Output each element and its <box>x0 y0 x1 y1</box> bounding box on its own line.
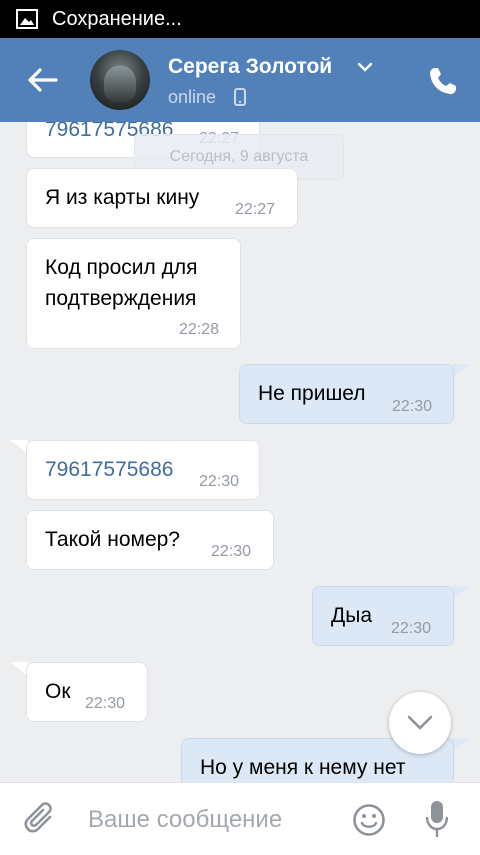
message-incoming[interactable]: Код просил для подтверждения 22:28 <box>26 238 241 349</box>
contact-status: online <box>168 87 217 107</box>
message-incoming[interactable]: Я из карты кину 22:27 <box>26 168 298 228</box>
chevron-down-icon[interactable] <box>356 60 374 74</box>
bubble-tail <box>452 738 470 752</box>
message-time: 22:30 <box>85 695 126 712</box>
chat-header: Серега Золотой online <box>0 38 480 122</box>
avatar[interactable] <box>90 50 150 110</box>
message-link[interactable]: 79617575686 <box>45 455 173 485</box>
message-text: Ок <box>45 680 71 703</box>
message-input-bar <box>0 782 480 855</box>
message-time: 22:30 <box>392 398 433 415</box>
emoji-icon[interactable] <box>352 803 386 837</box>
message-list[interactable]: 79617575686 22:27 Сегодня, 9 августа Я и… <box>0 122 480 782</box>
message-text-line: подтверждения <box>45 287 197 310</box>
scroll-to-bottom-button[interactable] <box>389 692 451 754</box>
message-text: Дыа <box>331 604 372 627</box>
microphone-icon[interactable] <box>424 799 450 839</box>
phone-icon[interactable] <box>426 64 460 98</box>
message-outgoing[interactable]: Не пришел 22:30 <box>239 364 454 424</box>
message-input[interactable] <box>86 797 340 843</box>
message-time: 22:28 <box>179 321 220 338</box>
message-text-line: Код просил для <box>45 256 198 279</box>
image-icon <box>16 9 38 29</box>
status-text: Сохранение... <box>52 7 182 30</box>
contact-name[interactable]: Серега Золотой <box>168 55 332 79</box>
chevron-down-icon <box>407 715 433 730</box>
bubble-tail <box>452 586 470 600</box>
bubble-tail <box>452 364 470 378</box>
message-incoming[interactable]: Такой номер? 22:30 <box>26 510 274 570</box>
message-time: 22:30 <box>391 620 432 637</box>
message-text: Такой номер? <box>45 528 180 551</box>
message-text: Не пришел <box>258 382 366 405</box>
message-text: Но у меня к нему нет <box>200 756 406 779</box>
message-time: 22:27 <box>235 201 276 218</box>
paperclip-icon[interactable] <box>24 801 58 839</box>
message-text: Я из карты кину <box>45 186 200 209</box>
message-outgoing[interactable]: Дыа 22:30 <box>312 586 454 646</box>
mobile-device-icon <box>234 88 246 106</box>
message-incoming[interactable]: 79617575686 22:30 <box>26 440 260 500</box>
message-incoming[interactable]: Ок 22:30 <box>26 662 148 722</box>
message-time: 22:30 <box>199 473 240 490</box>
status-bar: Сохранение... <box>0 0 480 38</box>
arrow-left-icon[interactable] <box>22 64 62 96</box>
message-time: 22:30 <box>211 543 252 560</box>
